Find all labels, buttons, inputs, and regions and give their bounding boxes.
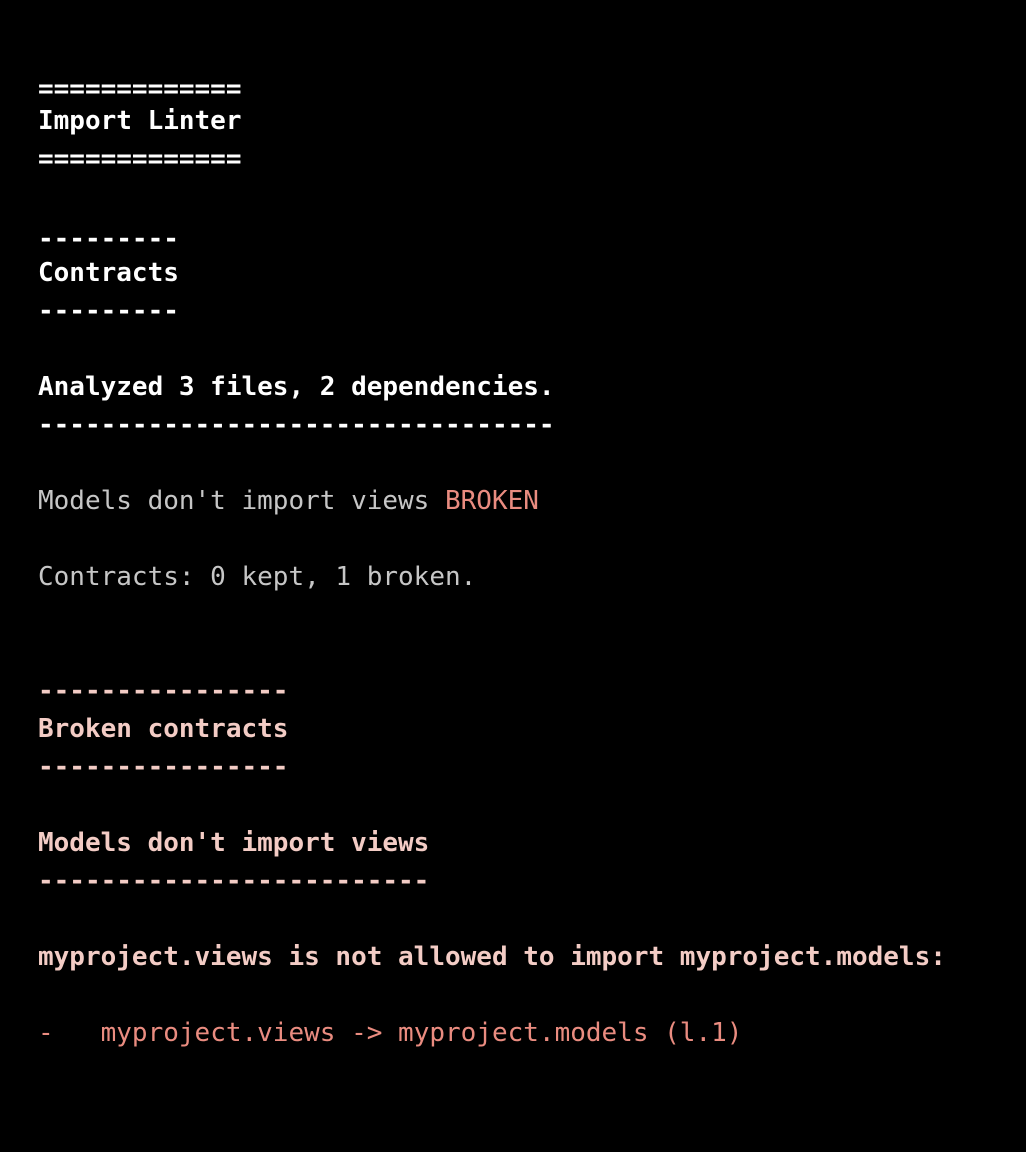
broken-contracts-rule-bottom: ---------------- — [38, 752, 289, 782]
contracts-totals-line: Contracts: 0 kept, 1 broken. — [38, 562, 477, 592]
analyzed-summary-line: Analyzed 3 files, 2 dependencies. — [38, 372, 555, 402]
terminal-output: ============= Import Linter ============… — [0, 0, 1026, 1152]
contracts-rule-bottom: --------- — [38, 296, 179, 326]
analyzed-summary-rule: --------------------------------- — [38, 410, 555, 440]
title-rule-bottom: ============= — [38, 144, 242, 174]
chain-text: myproject.views -> myproject.models (l.1… — [100, 1018, 743, 1048]
broken-contract-heading: Models don't import views — [38, 828, 430, 858]
violation-header: myproject.views is not allowed to import… — [38, 942, 946, 972]
contracts-heading: Contracts — [38, 258, 179, 288]
page-title: Import Linter — [38, 106, 242, 136]
import-chain-row: - myproject.views -> myproject.models (l… — [38, 1014, 742, 1052]
chain-bullet-spacer — [54, 1018, 101, 1048]
chain-bullet: - — [38, 1018, 54, 1048]
contract-result-row: Models don't import views BROKEN — [38, 482, 539, 520]
contract-result-spacer — [429, 486, 445, 516]
contracts-rule-top: --------- — [38, 224, 179, 254]
broken-contracts-heading: Broken contracts — [38, 714, 289, 744]
broken-contracts-rule-top: ---------------- — [38, 676, 289, 706]
status-badge: BROKEN — [445, 486, 539, 516]
contract-result-name: Models don't import views — [38, 486, 430, 516]
broken-contract-rule: ------------------------- — [38, 866, 430, 896]
